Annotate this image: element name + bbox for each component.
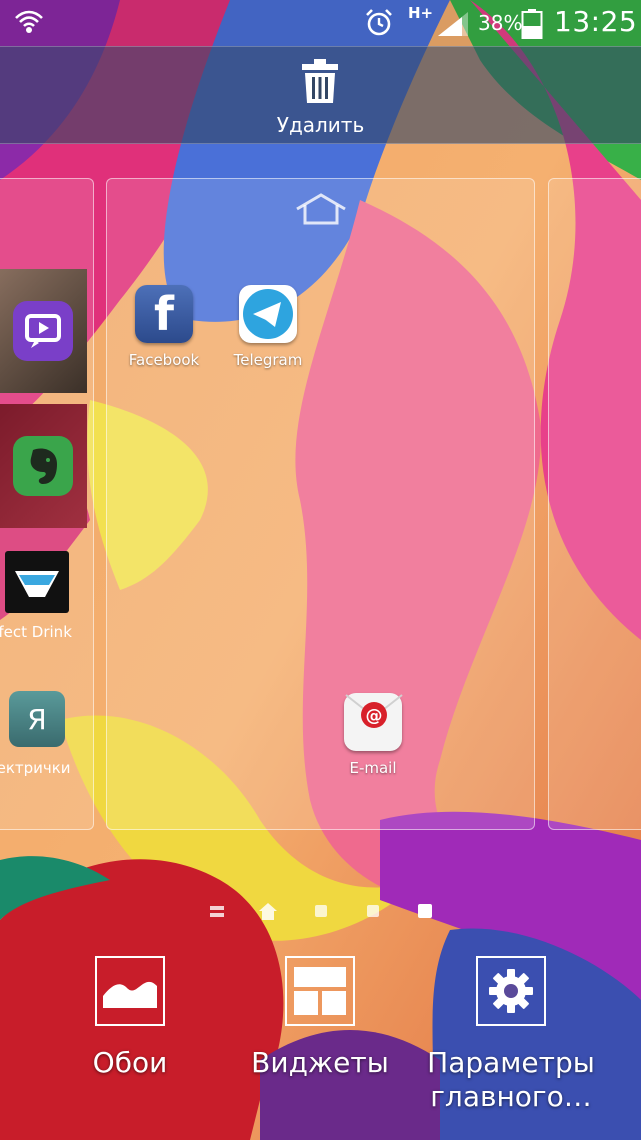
telegram-icon bbox=[239, 285, 297, 343]
email-icon: @ bbox=[344, 693, 403, 751]
facebook-icon: f bbox=[135, 285, 193, 343]
app-telegram[interactable]: Telegram bbox=[223, 285, 313, 369]
home-page-left[interactable]: erfect Drink Я лектрички bbox=[0, 178, 94, 830]
app-email[interactable]: @ E-mail bbox=[328, 693, 418, 777]
option-label: Виджеты bbox=[251, 1046, 389, 1079]
battery-percent: 38% bbox=[478, 11, 523, 35]
train-icon[interactable]: Я bbox=[9, 691, 65, 747]
wallpaper-option[interactable]: Обои bbox=[40, 956, 220, 1080]
page-dot[interactable] bbox=[367, 905, 379, 917]
network-type: H+ bbox=[408, 4, 434, 22]
app-label: Facebook bbox=[128, 351, 200, 369]
app-label: E-mail bbox=[349, 759, 397, 777]
signal-icon bbox=[438, 12, 468, 36]
app-label: Telegram bbox=[233, 351, 303, 369]
svg-text:@: @ bbox=[366, 706, 383, 726]
app-thumbnail bbox=[0, 404, 87, 528]
app-thumbnail bbox=[0, 269, 87, 393]
delete-label: Удалить bbox=[276, 113, 365, 137]
evernote-icon[interactable] bbox=[13, 436, 73, 496]
trash-icon bbox=[302, 59, 338, 103]
gear-icon bbox=[476, 956, 546, 1026]
wallpaper-icon bbox=[95, 956, 165, 1026]
twitch-icon[interactable] bbox=[13, 301, 73, 361]
clock: 13:25 bbox=[554, 5, 638, 38]
home-page-right[interactable] bbox=[548, 178, 641, 830]
home-settings-option[interactable]: Параметры главного… bbox=[421, 956, 601, 1114]
app-facebook[interactable]: f Facebook bbox=[119, 285, 209, 369]
alarm-icon bbox=[366, 9, 392, 36]
option-label: Параметры главного… bbox=[427, 1046, 595, 1113]
wifi-icon bbox=[15, 10, 43, 33]
app-label: erfect Drink bbox=[0, 623, 72, 641]
page-indicator bbox=[0, 900, 641, 924]
perfect-drink-icon[interactable] bbox=[5, 551, 69, 613]
battery-icon bbox=[521, 9, 543, 39]
home-page-marker-icon[interactable] bbox=[293, 193, 349, 225]
widgets-icon bbox=[285, 956, 355, 1026]
app-label: лектрички bbox=[0, 759, 71, 777]
menu-lines-icon[interactable] bbox=[210, 904, 224, 920]
option-label: Обои bbox=[92, 1046, 168, 1079]
svg-text:Я: Я bbox=[27, 703, 46, 736]
widgets-option[interactable]: Виджеты bbox=[230, 956, 410, 1080]
page-dot[interactable] bbox=[315, 905, 327, 917]
page-dot-active[interactable] bbox=[418, 904, 432, 918]
delete-drop-zone[interactable]: Удалить bbox=[0, 46, 641, 144]
home-icon[interactable] bbox=[258, 901, 278, 921]
home-page-main[interactable]: f Facebook Telegram @ E-mail bbox=[106, 178, 535, 830]
status-bar: H+ 38% 13:25 bbox=[0, 0, 641, 46]
